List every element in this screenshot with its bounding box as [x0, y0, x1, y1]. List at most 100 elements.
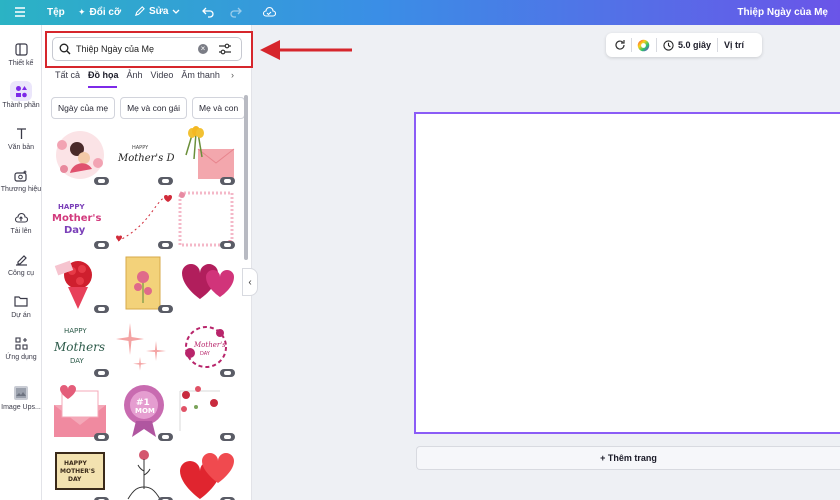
folder-icon [14, 296, 28, 307]
toolbar-separator [631, 38, 632, 52]
svg-text:DAY: DAY [200, 351, 211, 357]
floral-frame-icon [178, 191, 234, 247]
pencil-icon [134, 6, 145, 17]
tabs-scroll-right-icon[interactable]: › [231, 70, 234, 80]
edit-mode-button[interactable]: Sửa [134, 6, 180, 17]
tab-videos[interactable]: Video [151, 70, 174, 80]
rail-item-elements[interactable]: Thành phần [0, 81, 42, 109]
sparkle-icon: ✦ [78, 7, 86, 17]
tab-audio[interactable]: Âm thanh [181, 70, 220, 80]
chip-mother-child[interactable]: Mẹ và con [192, 97, 244, 119]
annotation-arrow-icon [260, 40, 352, 60]
svg-text:MOM: MOM [135, 407, 155, 415]
resize-label: Đổi cỡ [89, 7, 122, 18]
svg-text:HAPPY: HAPPY [64, 327, 87, 335]
rail-label-elements: Thành phần [2, 102, 40, 109]
suggestion-chips: Ngày của mẹ Mẹ và con gái Mẹ và con [51, 97, 244, 119]
redo-icon [230, 7, 242, 18]
grid-item-hearts-dotted-path[interactable] [114, 189, 174, 249]
grid-item-sparkle-stars[interactable] [114, 317, 174, 377]
graphics-grid: Mother's Day HAPPY HAPPY Mother's Day [50, 125, 240, 500]
grid-item-red-hearts[interactable] [176, 445, 236, 500]
grid-item-flower-corner[interactable] [176, 381, 236, 441]
mom-badge-icon: #1 MOM [124, 385, 164, 437]
grid-item-floral-wreath[interactable]: Mother's DAY [176, 317, 236, 377]
grid-item-happy-mothers-day-text[interactable]: HAPPY Mother's Day [50, 189, 110, 249]
chip-mothers-day[interactable]: Ngày của mẹ [51, 97, 116, 119]
rail-label-apps: Ứng dụng [5, 354, 37, 361]
pro-badge [94, 433, 109, 441]
page-duration[interactable]: 5.0 giây [678, 40, 711, 50]
menu-button[interactable] [14, 6, 26, 18]
grid-item-happy-mothers-day-green[interactable]: HAPPY Mothers DAY [50, 317, 110, 377]
svg-text:Mother's: Mother's [193, 341, 226, 349]
svg-text:HAPPY: HAPPY [58, 203, 86, 211]
rail-item-uploads[interactable]: Tải lên [0, 207, 42, 235]
rail-item-text[interactable]: Văn bản [0, 123, 42, 151]
position-button[interactable]: Vị trí [724, 40, 744, 50]
page-toolbar: 5.0 giây Vị trí [606, 33, 762, 57]
grid-item-tulips-envelope-card[interactable] [176, 125, 236, 185]
rail-item-image-upscaler[interactable]: Image Ups... [0, 383, 42, 411]
mothers-day-sign-icon: HAPPY MOTHER'S DAY [55, 452, 105, 490]
grid-item-heart-envelope[interactable] [50, 381, 110, 441]
rail-label-text: Văn bản [7, 144, 35, 151]
undo-button[interactable] [202, 6, 215, 18]
heart-envelope-icon [54, 385, 106, 437]
grid-item-floral-frame[interactable] [176, 189, 236, 249]
grid-item-hand-holding-flower[interactable] [114, 445, 174, 500]
tab-graphics[interactable]: Đồ họa [88, 70, 119, 80]
pro-badge [158, 305, 173, 313]
upload-icon [14, 212, 28, 223]
grid-item-lily-greeting-card[interactable] [114, 253, 174, 313]
pro-badge [158, 241, 173, 249]
grid-item-number-one-mom-badge[interactable]: #1 MOM [114, 381, 174, 441]
left-rail: Thiết kế Thành phần Văn bản Thương hiệu … [0, 25, 42, 500]
hamburger-icon [15, 7, 25, 17]
text-icon [16, 127, 26, 139]
design-canvas[interactable] [414, 112, 840, 434]
collapse-panel-button[interactable]: ‹ [242, 268, 258, 296]
rail-label-tools: Công cụ [7, 270, 35, 277]
tab-all[interactable]: Tất cả [55, 70, 80, 80]
lily-card-icon [125, 256, 161, 310]
pro-badge [94, 241, 109, 249]
svg-text:Mothers: Mothers [53, 340, 105, 354]
rail-item-tools[interactable]: Công cụ [0, 249, 42, 277]
rail-item-brand[interactable]: Thương hiệu [0, 165, 42, 193]
pro-badge [94, 177, 109, 185]
layout-icon [14, 42, 28, 56]
brand-icon [14, 169, 27, 182]
save-status-button[interactable] [262, 6, 276, 18]
grid-item-hearts-pair[interactable] [176, 253, 236, 313]
hearts-path-icon [116, 194, 172, 242]
pro-badge [220, 369, 235, 377]
sparkle-stars-icon [116, 323, 166, 371]
rail-label-projects: Dự án [11, 312, 31, 319]
red-hearts-icon [180, 453, 234, 499]
grid-item-mother-child-floral[interactable] [50, 125, 110, 185]
panel-scrollbar[interactable] [244, 95, 248, 260]
resize-button[interactable]: ✦ Đổi cỡ [78, 7, 121, 18]
color-wheel-icon[interactable] [637, 39, 650, 52]
active-tab-indicator [88, 86, 117, 88]
rose-bouquet-icon [54, 260, 92, 309]
rail-item-apps[interactable]: Ứng dụng [0, 333, 42, 361]
clock-icon [663, 39, 674, 51]
svg-text:DAY: DAY [70, 357, 85, 365]
rail-item-projects[interactable]: Dự án [0, 291, 42, 319]
redo-button[interactable] [229, 6, 242, 18]
rail-item-design[interactable]: Thiết kế [0, 39, 42, 67]
file-menu[interactable]: Tệp [47, 7, 65, 18]
add-page-button[interactable]: + Thêm trang [416, 446, 840, 470]
happy-mothers-day-green-icon: HAPPY Mothers DAY [53, 327, 105, 365]
chevron-down-icon [173, 9, 180, 14]
chip-mother-daughter[interactable]: Mẹ và con gái [120, 97, 188, 119]
grid-item-rose-bouquet[interactable] [50, 253, 110, 313]
refresh-icon[interactable] [614, 39, 626, 51]
file-menu-label: Tệp [47, 7, 65, 18]
grid-item-mothers-day-script[interactable]: Mother's Day HAPPY [114, 125, 186, 185]
tab-photos[interactable]: Ảnh [127, 70, 143, 80]
document-title[interactable]: Thiệp Ngày của Mẹ [737, 7, 828, 18]
grid-item-happy-mothers-day-sign[interactable]: HAPPY MOTHER'S DAY [50, 445, 110, 500]
